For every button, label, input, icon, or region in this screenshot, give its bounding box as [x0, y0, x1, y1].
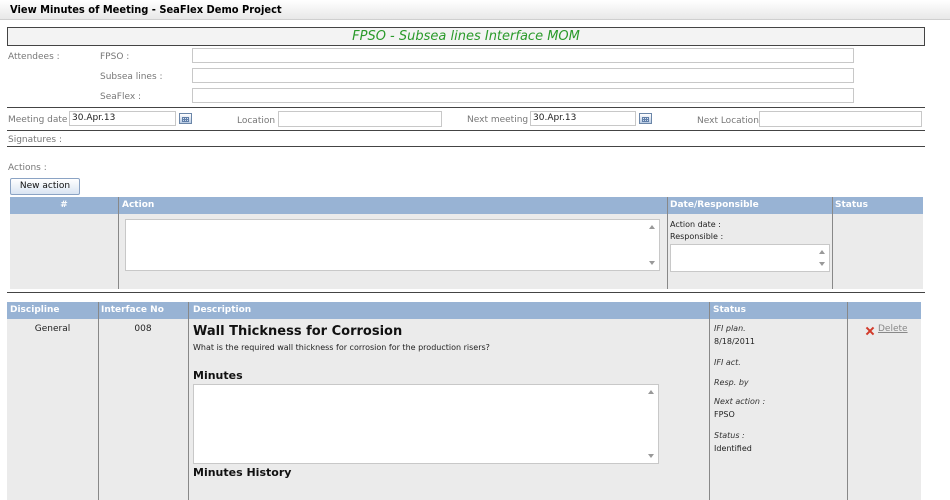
interfaces-col-interface-no: Interface No — [101, 305, 164, 315]
interface-title: Wall Thickness for Corrosion — [193, 324, 403, 339]
next-location-label: Next Location : — [697, 116, 765, 126]
column-divider — [832, 197, 833, 289]
interfaces-col-status: Status — [713, 305, 746, 315]
interface-question: What is the required wall thickness for … — [193, 343, 490, 352]
location-input[interactable] — [278, 111, 442, 127]
responsible-label: Responsible : — [670, 232, 724, 241]
next-action-value: FPSO — [714, 410, 735, 419]
actions-col-action: Action — [122, 200, 155, 210]
ifi-plan-value: 8/18/2011 — [714, 337, 756, 346]
column-divider — [118, 197, 119, 289]
divider — [7, 292, 925, 293]
meeting-date-input[interactable]: 30.Apr.13 — [69, 111, 176, 126]
interfaces-col-description: Description — [193, 305, 252, 315]
column-divider — [847, 302, 848, 500]
attendee-seaflex-label: SeaFlex : — [100, 92, 142, 102]
textarea-scrollbar[interactable] — [647, 220, 659, 270]
next-location-input[interactable] — [759, 111, 922, 127]
signatures-label: Signatures : — [8, 135, 62, 145]
status-value: Identified — [714, 444, 752, 453]
next-meeting-input[interactable]: 30.Apr.13 — [530, 111, 636, 126]
window-title: View Minutes of Meeting - SeaFlex Demo P… — [10, 3, 282, 16]
delete-link[interactable]: Delete — [878, 324, 908, 334]
column-divider — [188, 302, 189, 500]
textarea-scrollbar[interactable] — [817, 245, 829, 271]
responsible-textarea[interactable] — [670, 244, 830, 272]
window-titlebar: View Minutes of Meeting - SeaFlex Demo P… — [0, 0, 950, 20]
action-date-label: Action date : — [670, 220, 721, 229]
actions-col-date-responsible: Date/Responsible — [670, 200, 759, 210]
attendee-fpso-label: FPSO : — [100, 52, 130, 62]
textarea-scrollbar[interactable] — [646, 385, 658, 463]
interfaces-col-discipline: Discipline — [10, 305, 60, 315]
attendee-seaflex-input[interactable] — [192, 88, 854, 103]
divider — [7, 146, 925, 147]
actions-col-status: Status — [835, 200, 868, 210]
next-meeting-label: Next meeting : — [467, 115, 535, 125]
attendee-subsea-label: Subsea lines : — [100, 72, 163, 82]
discipline-cell: General — [34, 324, 71, 334]
actions-col-number: # — [60, 200, 68, 210]
new-action-button[interactable]: New action — [10, 178, 80, 195]
interface-no-cell: 008 — [134, 324, 152, 334]
actions-label: Actions : — [8, 163, 47, 173]
minutes-heading: Minutes — [193, 369, 243, 382]
next-action-label: Next action : — [714, 397, 766, 406]
attendee-subsea-input[interactable] — [192, 68, 854, 83]
status-label: Status : — [714, 431, 745, 440]
attendee-fpso-input[interactable] — [192, 48, 854, 63]
calendar-icon[interactable] — [179, 113, 192, 124]
divider — [7, 130, 925, 131]
column-divider — [709, 302, 710, 500]
ifi-plan-label: IFI plan. — [714, 324, 746, 333]
calendar-icon[interactable] — [639, 113, 652, 124]
minutes-textarea[interactable] — [193, 384, 659, 464]
meeting-title: FPSO - Subsea lines Interface MOM — [7, 27, 925, 46]
minutes-history-heading: Minutes History — [193, 466, 292, 479]
delete-icon[interactable] — [866, 327, 874, 335]
meeting-date-label: Meeting date : — [8, 115, 74, 125]
divider — [7, 107, 925, 108]
attendees-label: Attendees : — [8, 52, 60, 62]
resp-by-label: Resp. by — [714, 378, 749, 387]
location-label: Location : — [237, 116, 281, 126]
action-textarea[interactable] — [125, 219, 660, 271]
column-divider — [667, 197, 668, 289]
ifi-act-label: IFI act. — [714, 358, 741, 367]
